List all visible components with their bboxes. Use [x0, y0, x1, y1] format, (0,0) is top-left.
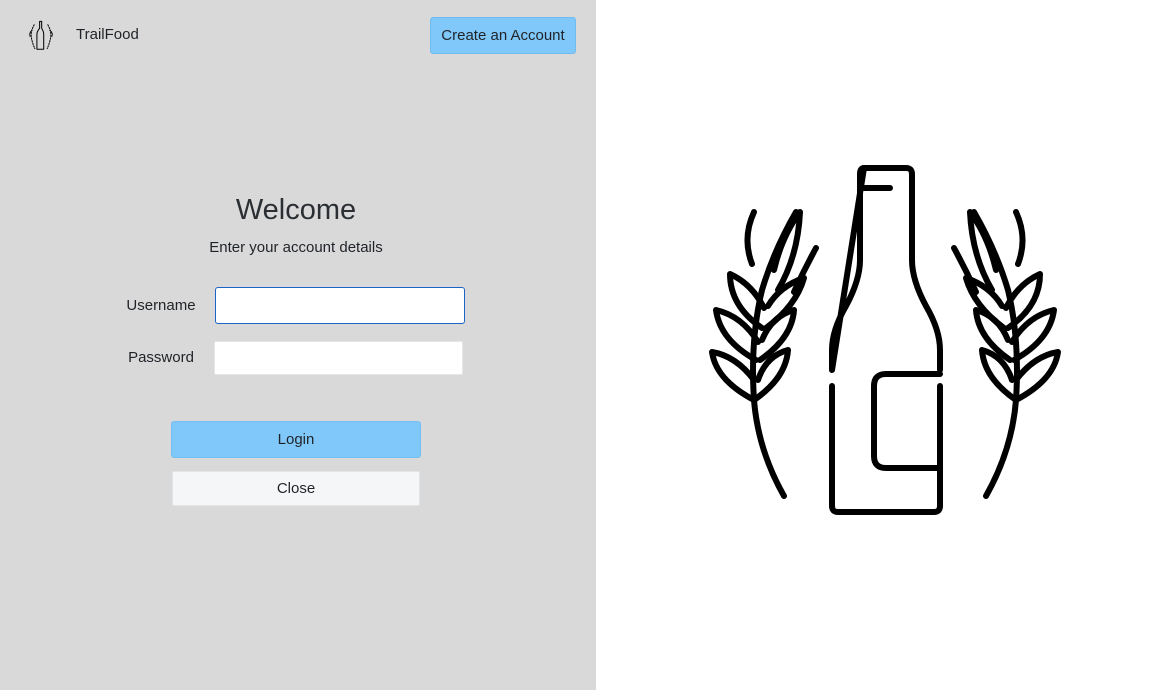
username-label: Username: [126, 297, 196, 314]
login-panel: TrailFood Create an Account Welcome Ente…: [0, 0, 596, 690]
page-subtitle: Enter your account details: [209, 239, 383, 256]
bottle-wheat-icon: [709, 165, 1061, 515]
login-button[interactable]: Login: [171, 421, 421, 458]
password-input[interactable]: [214, 341, 463, 375]
close-button[interactable]: Close: [172, 471, 420, 506]
create-account-button[interactable]: Create an Account: [430, 17, 576, 54]
password-label: Password: [128, 349, 194, 366]
app-name: TrailFood: [76, 26, 139, 43]
username-input[interactable]: [215, 287, 465, 324]
page-title: Welcome: [235, 194, 357, 226]
bottle-wheat-icon: [29, 20, 53, 50]
